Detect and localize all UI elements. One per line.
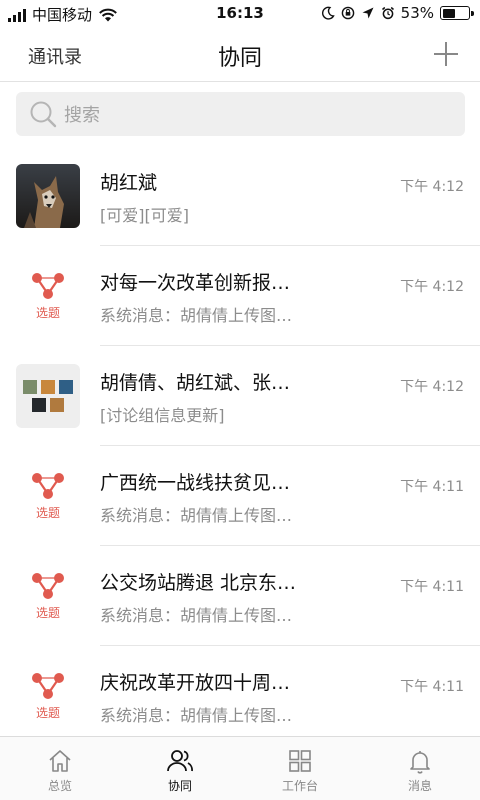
conversation-row[interactable]: 选题 庆祝改革开放四十周… 系统消息：胡倩倩上传图… 下午 4:11 [0,646,480,746]
status-bar: 中国移动 16:13 53% [0,0,480,28]
rotation-lock-icon [341,6,354,20]
conversation-title: 胡倩倩、胡红斌、张… [100,372,291,394]
topic-avatar: 选题 [16,464,80,528]
moon-icon [321,6,335,20]
tab-messages[interactable]: 消息 [360,737,480,800]
topic-avatar: 选题 [16,264,80,328]
tab-label: 消息 [407,779,432,793]
dog-photo-avatar [16,164,80,228]
group-collage-avatar [16,364,80,428]
conversation-title: 胡红斌 [100,172,158,194]
conversation-subtitle: 系统消息：胡倩倩上传图… [100,306,293,325]
tab-overview[interactable]: 总览 [0,737,120,800]
topic-label: 选题 [35,305,60,320]
conversation-title: 庆祝改革开放四十周… [100,672,291,694]
tab-bar: 总览 协同 工作台 消息 [0,736,480,800]
tab-label: 工作台 [281,779,318,793]
location-icon [362,7,374,19]
tab-label: 总览 [47,779,72,793]
conversation-subtitle: 系统消息：胡倩倩上传图… [100,506,293,525]
topic-icon [32,572,64,599]
conversation-time: 下午 4:12 [400,279,464,295]
conversation-title: 对每一次改革创新报… [100,272,291,294]
topic-icon [32,672,64,699]
conversation-title: 广西统一战线扶贫见… [100,472,291,494]
conversation-time: 下午 4:11 [400,679,464,695]
topic-icon [32,472,64,499]
conversation-time: 下午 4:11 [400,479,464,495]
conversation-time: 下午 4:12 [400,179,464,195]
bell-icon [410,751,430,774]
tab-workbench[interactable]: 工作台 [240,737,360,800]
topic-label: 选题 [35,505,60,520]
alarm-icon [381,6,394,20]
home-icon [49,750,71,772]
tab-collaboration[interactable]: 协同 [120,737,240,800]
conversation-time: 下午 4:11 [400,579,464,595]
search-input[interactable]: 搜索 [16,92,465,136]
topic-icon [32,272,64,299]
conversation-row[interactable]: 胡红斌 [可爱][可爱] 下午 4:12 [0,146,480,246]
contacts-icon [167,750,193,772]
contacts-link[interactable]: 通讯录 [28,43,82,69]
conversation-subtitle: 系统消息：胡倩倩上传图… [100,706,293,725]
conversation-subtitle: [讨论组信息更新] [100,406,225,425]
conversation-title: 公交场站腾退 北京东… [100,572,297,594]
conversation-subtitle: 系统消息：胡倩倩上传图… [100,606,293,625]
grid-icon [289,750,311,772]
conversation-list: 胡红斌 [可爱][可爱] 下午 4:12 选题 对每一次改革创新报… 系统消息：… [0,146,480,746]
topic-avatar: 选题 [16,564,80,628]
search-icon [30,101,57,128]
battery-icon [440,6,474,20]
conversation-row[interactable]: 选题 公交场站腾退 北京东… 系统消息：胡倩倩上传图… 下午 4:11 [0,546,480,646]
topic-avatar: 选题 [16,664,80,728]
battery-percent: 53% [400,4,434,22]
conversation-row[interactable]: 选题 广西统一战线扶贫见… 系统消息：胡倩倩上传图… 下午 4:11 [0,446,480,546]
page-title: 协同 [217,46,262,71]
conversation-row[interactable]: 胡倩倩、胡红斌、张… [讨论组信息更新] 下午 4:12 [0,346,480,446]
topic-label: 选题 [35,705,60,720]
conversation-subtitle: [可爱][可爱] [100,206,189,225]
status-right: 53% [321,4,474,22]
nav-bar: 通讯录 协同 [0,28,480,82]
plus-icon[interactable] [432,40,460,68]
topic-label: 选题 [35,605,60,620]
conversation-time: 下午 4:12 [400,379,464,395]
conversation-row[interactable]: 选题 对每一次改革创新报… 系统消息：胡倩倩上传图… 下午 4:12 [0,246,480,346]
tab-label: 协同 [167,779,192,793]
search-placeholder: 搜索 [64,105,100,126]
